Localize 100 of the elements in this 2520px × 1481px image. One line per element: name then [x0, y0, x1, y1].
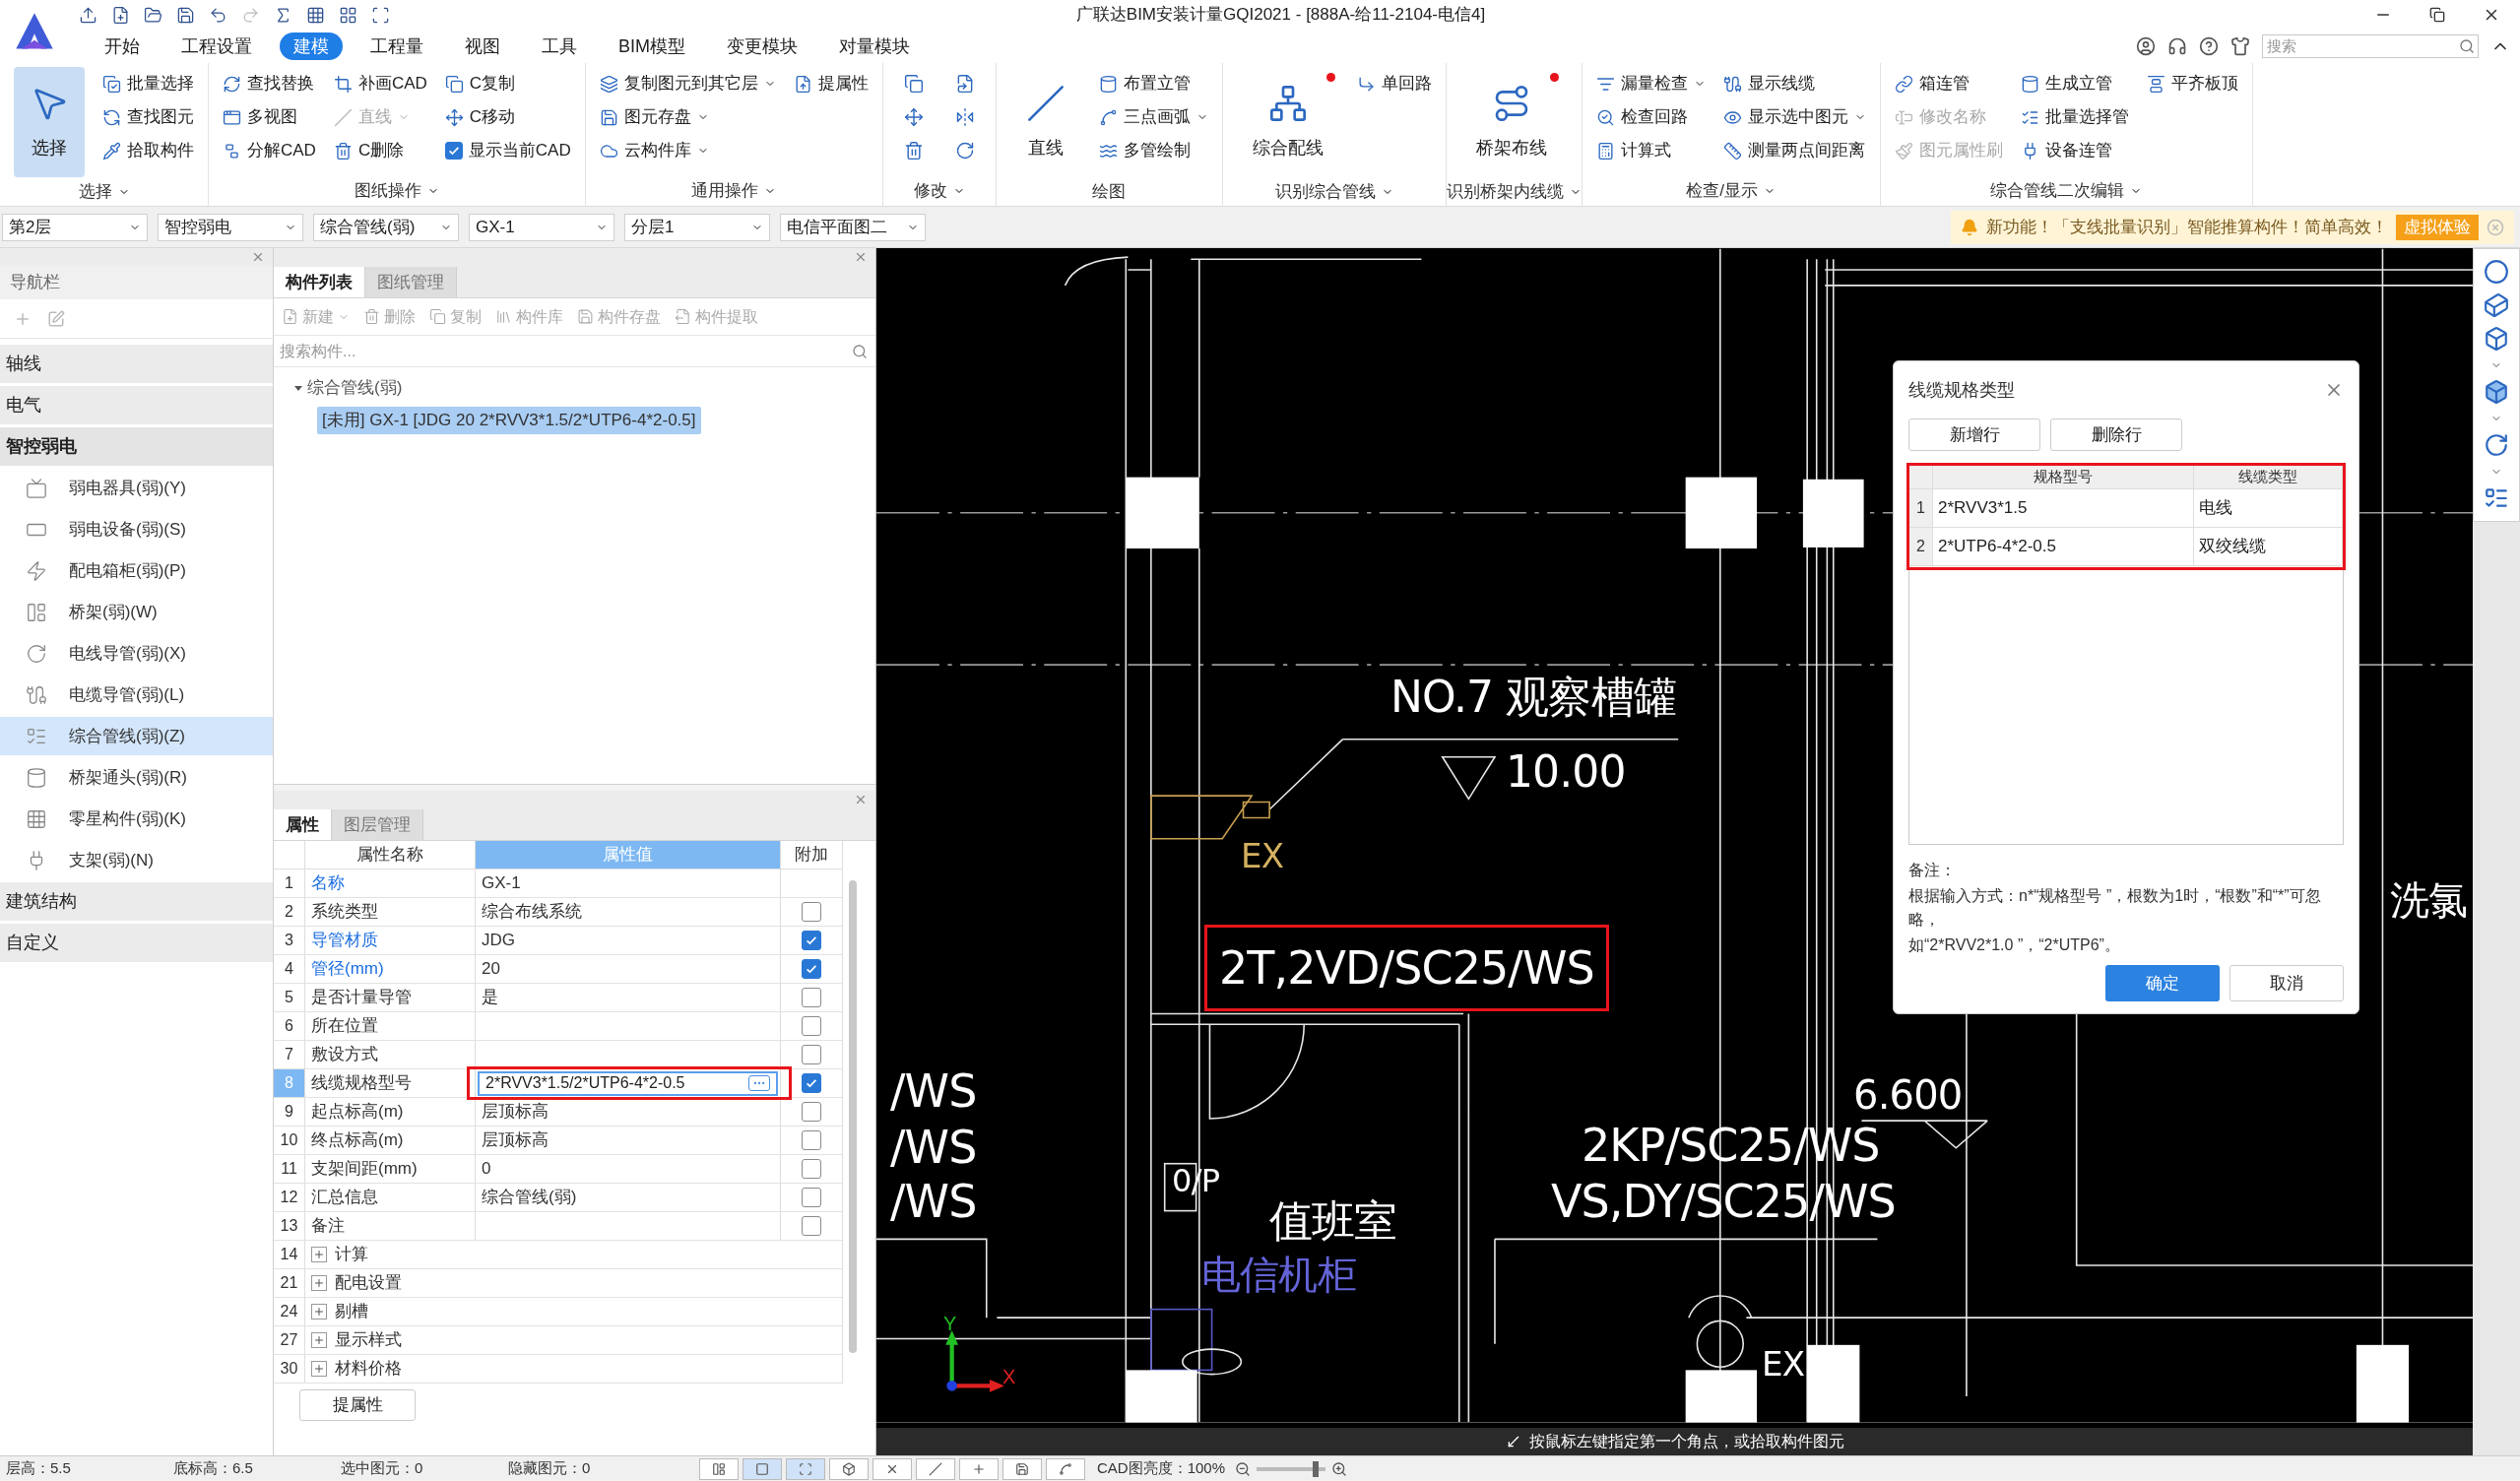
shirt-icon[interactable] — [2230, 36, 2250, 56]
menu-tab[interactable]: 工程设置 — [167, 32, 266, 60]
ribbon-button[interactable]: 提属性 — [793, 67, 869, 100]
ribbon-button[interactable]: 直线 — [1009, 67, 1081, 177]
panel-tab[interactable]: 图层管理 — [332, 809, 423, 840]
ribbon-button[interactable]: 批量选择管 — [2020, 100, 2129, 134]
expand-icon[interactable] — [311, 1304, 327, 1320]
dropdown[interactable]: 第2层 — [2, 213, 148, 241]
extract-button[interactable]: 提属性 — [299, 1389, 416, 1421]
upload-icon[interactable] — [79, 5, 97, 25]
menu-tab[interactable]: 开始 — [91, 32, 154, 60]
ribbon-button[interactable]: 综合配线 — [1236, 67, 1339, 177]
ribbon-button[interactable]: 计算式 — [1595, 134, 1706, 167]
nav-item[interactable]: 配电箱柜(弱)(P) — [0, 551, 273, 590]
checkbox[interactable] — [444, 142, 463, 160]
menu-tab[interactable]: 对量模块 — [825, 32, 924, 60]
ribbon-button[interactable]: 检查回路 — [1595, 100, 1706, 134]
nav-category[interactable]: 建筑结构 — [0, 882, 273, 921]
nav-item[interactable]: 综合管线(弱)(Z) — [0, 717, 273, 755]
slider-thumb[interactable] — [1312, 1460, 1319, 1477]
panel-tab[interactable]: 图纸管理 — [365, 267, 457, 297]
nav-item[interactable]: 桥架通头(弱)(R) — [0, 758, 273, 797]
checkbox[interactable] — [802, 1016, 821, 1036]
menu-tab[interactable]: 工程量 — [356, 32, 437, 60]
ribbon-button[interactable]: 布置立管 — [1098, 67, 1208, 100]
nav-item[interactable]: 弱电设备(弱)(S) — [0, 510, 273, 548]
panel-tab[interactable]: 属性 — [274, 809, 332, 840]
expand-icon[interactable] — [311, 1361, 327, 1377]
checkbox[interactable] — [802, 1216, 821, 1236]
checkbox[interactable] — [802, 1130, 821, 1150]
cube-icon[interactable] — [2484, 326, 2509, 352]
ribbon-button[interactable]: C移动 — [444, 100, 571, 134]
nav-item[interactable]: 零星构件(弱)(K) — [0, 800, 273, 838]
ribbon-button[interactable]: 查找替换 — [223, 67, 316, 100]
ribbon-button[interactable]: 复制图元到其它层 — [599, 67, 776, 100]
checkbox[interactable] — [802, 988, 821, 1007]
ribbon-button[interactable]: C删除 — [333, 134, 427, 167]
ribbon-button[interactable]: 选择 — [14, 67, 85, 177]
dropdown[interactable]: 电信平面图二 — [780, 213, 926, 241]
menu-tab[interactable]: BIM模型 — [605, 32, 699, 60]
menu-tab[interactable]: 建模 — [280, 32, 343, 60]
menu-tab[interactable]: 视图 — [451, 32, 514, 60]
cube-icon[interactable] — [2484, 292, 2509, 318]
checkbox[interactable] — [802, 1102, 821, 1122]
dropdown[interactable]: GX-1 — [469, 213, 614, 241]
expand-icon[interactable] — [311, 1332, 327, 1348]
more-button[interactable] — [748, 1075, 770, 1091]
ribbon-button[interactable]: 图元存盘 — [599, 100, 776, 134]
nav-category[interactable]: 轴线 — [0, 345, 273, 383]
brightness-slider[interactable] — [1257, 1460, 1326, 1477]
value-field[interactable]: 2*RVV3*1.5/2*UTP6-4*2-0.5 — [478, 1070, 778, 1096]
tool-button[interactable] — [1002, 1457, 1042, 1480]
panel-tab[interactable]: 构件列表 — [274, 267, 365, 297]
expand-icon[interactable] — [311, 1247, 327, 1262]
search-field[interactable]: 搜索 — [2262, 33, 2479, 58]
restore-icon[interactable] — [2429, 7, 2445, 23]
dialog-button[interactable]: 取消 — [2229, 965, 2344, 1001]
ribbon-button[interactable]: 单回路 — [1356, 67, 1432, 100]
dropdown[interactable]: 综合管线(弱) — [313, 213, 459, 241]
checkbox[interactable] — [802, 959, 821, 979]
ribbon-button[interactable]: 多视图 — [223, 100, 316, 134]
zoom-in-icon[interactable] — [1331, 1460, 1348, 1477]
save-icon[interactable] — [176, 5, 195, 25]
folder-icon[interactable] — [144, 5, 162, 25]
dropdown[interactable]: 智控弱电 — [158, 213, 303, 241]
ribbon-button[interactable]: 多管绘制 — [1098, 134, 1208, 167]
checkbox[interactable] — [802, 902, 821, 922]
tree-item[interactable]: 综合管线(弱) — [307, 375, 403, 401]
tool-button[interactable] — [1046, 1457, 1085, 1480]
ribbon-button[interactable]: 三点画弧 — [1098, 100, 1208, 134]
ribbon-button[interactable]: 补画CAD — [333, 67, 427, 100]
cube-icon[interactable] — [2484, 379, 2509, 405]
ribbon-button[interactable]: 设备连管 — [2020, 134, 2129, 167]
tool-button[interactable] — [743, 1457, 782, 1480]
ribbon-button[interactable]: 分解CAD — [223, 134, 316, 167]
checkbox[interactable] — [802, 1159, 821, 1179]
ribbon-button[interactable]: 桥架布线 — [1459, 67, 1563, 177]
nav-item[interactable]: 支架(弱)(N) — [0, 841, 273, 879]
ellipse-icon[interactable] — [2484, 259, 2509, 285]
ribbon-button[interactable]: 漏量检查 — [1595, 67, 1706, 100]
ribbon-button[interactable]: 生成立管 — [2020, 67, 2129, 100]
tool-button[interactable] — [786, 1457, 825, 1480]
nav-category[interactable]: 电气 — [0, 386, 273, 424]
nav-item[interactable]: 电线导管(弱)(X) — [0, 634, 273, 673]
search-field[interactable]: 搜索构件... — [274, 336, 875, 366]
dialog-button[interactable]: 删除行 — [2050, 419, 2182, 451]
menu-tab[interactable]: 变更模块 — [713, 32, 811, 60]
nav-item[interactable]: 电缆导管(弱)(L) — [0, 676, 273, 714]
layout-icon[interactable] — [339, 5, 357, 25]
nav-item[interactable]: 桥架(弱)(W) — [0, 593, 273, 631]
ribbon-button[interactable]: 查找图元 — [102, 100, 194, 134]
dialog-button[interactable]: 新增行 — [1908, 419, 2040, 451]
user-icon[interactable] — [2136, 36, 2156, 56]
tool-button[interactable] — [829, 1457, 869, 1480]
ribbon-button[interactable]: 箱连管 — [1894, 67, 2003, 100]
dropdown[interactable]: 分层1 — [624, 213, 770, 241]
help-icon[interactable] — [2199, 36, 2219, 56]
headphones-icon[interactable] — [2167, 36, 2187, 56]
nav-category[interactable]: 自定义 — [0, 924, 273, 962]
ribbon-button[interactable]: 测量两点间距离 — [1722, 134, 1866, 167]
